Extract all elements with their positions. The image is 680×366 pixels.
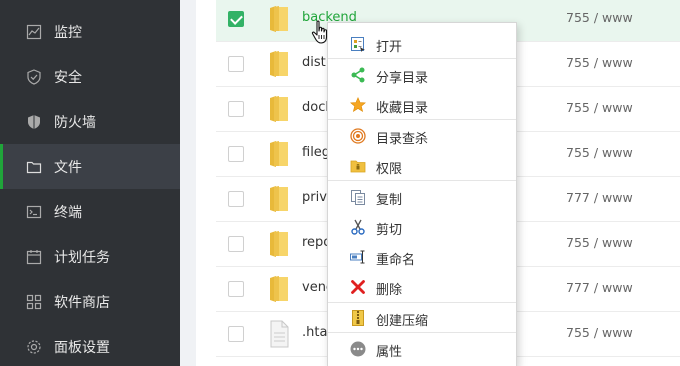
menu-item-favorite[interactable]: 收藏目录 (328, 90, 516, 120)
delete-icon (351, 280, 365, 294)
menu-item-label: 重命名 (376, 253, 416, 268)
file-name[interactable]: dist (302, 55, 326, 70)
file-icon (270, 320, 289, 348)
row-checkbox[interactable] (228, 191, 244, 207)
sidebar-item-cron[interactable]: 计划任务 (0, 234, 180, 279)
menu-item-properties[interactable]: 属性 (328, 334, 516, 364)
menu-item-delete[interactable]: 删除 (328, 272, 516, 302)
sidebar-item-label: 终端 (54, 204, 82, 221)
sidebar-item-label: 防火墙 (54, 114, 96, 131)
sidebar-item-firewall[interactable]: 防火墙 (0, 99, 180, 144)
menu-divider (328, 119, 516, 120)
more-icon (350, 341, 366, 357)
folder-icon (270, 51, 288, 77)
gutter (180, 0, 196, 366)
menu-divider (328, 58, 516, 59)
context-menu: 打开 分享目录 收藏目录 目录查杀 权限 复制 剪切 重命名 删除 创建压缩 属… (327, 22, 517, 366)
row-checkbox[interactable] (228, 236, 244, 252)
menu-item-open[interactable]: 打开 (328, 29, 516, 59)
calendar-icon (26, 249, 42, 264)
monitor-icon (26, 24, 42, 39)
file-permission[interactable]: 777 / www (566, 280, 633, 295)
zip-icon (352, 310, 364, 326)
file-permission[interactable]: 755 / www (566, 325, 633, 340)
menu-item-label: 打开 (376, 40, 403, 55)
file-name[interactable]: fileg (302, 145, 330, 160)
sidebar-item-label: 软件商店 (54, 294, 110, 311)
sidebar: 监控 安全 防火墙 文件 终端 计划任务 软件商店 面板设置 (0, 0, 180, 366)
row-checkbox[interactable] (228, 326, 244, 342)
share-icon (351, 67, 365, 83)
file-permission[interactable]: 755 / www (566, 55, 633, 70)
menu-item-share[interactable]: 分享目录 (328, 60, 516, 90)
shield-icon (27, 68, 41, 85)
menu-item-label: 删除 (376, 283, 403, 298)
lock-folder-icon (350, 160, 366, 173)
menu-item-cut[interactable]: 剪切 (328, 212, 516, 242)
row-checkbox[interactable] (228, 101, 244, 117)
menu-item-label: 权限 (376, 162, 403, 177)
menu-item-copy[interactable]: 复制 (328, 182, 516, 212)
menu-item-label: 复制 (376, 193, 403, 208)
folder-icon (270, 231, 288, 257)
copy-icon (351, 190, 365, 205)
sidebar-item-security[interactable]: 安全 (0, 54, 180, 99)
folder-icon (26, 161, 42, 173)
sidebar-item-monitor[interactable]: 监控 (0, 9, 180, 54)
sidebar-item-label: 安全 (54, 69, 82, 86)
sidebar-item-label: 监控 (54, 24, 82, 41)
menu-divider (328, 332, 516, 333)
row-checkbox[interactable] (228, 281, 244, 297)
sidebar-item-files[interactable]: 文件 (0, 144, 180, 189)
menu-item-rename[interactable]: 重命名 (328, 242, 516, 272)
menu-item-compress[interactable]: 创建压缩 (328, 303, 516, 333)
file-permission[interactable]: 755 / www (566, 235, 633, 250)
sidebar-item-settings[interactable]: 面板设置 (0, 324, 180, 366)
menu-item-label: 剪切 (376, 223, 403, 238)
file-permission[interactable]: 777 / www (566, 190, 633, 205)
menu-item-label: 目录查杀 (376, 132, 429, 147)
folder-icon (270, 186, 288, 212)
grid-icon (26, 294, 42, 309)
menu-item-scan[interactable]: 目录查杀 (328, 121, 516, 151)
gear-icon (27, 339, 41, 354)
rename-icon (350, 250, 365, 264)
firewall-icon (28, 114, 40, 129)
file-permission[interactable]: 755 / www (566, 145, 633, 160)
folder-icon (270, 6, 288, 32)
star-icon (350, 97, 366, 112)
folder-icon (270, 276, 288, 302)
menu-item-label: 收藏目录 (376, 101, 429, 116)
sidebar-item-label: 面板设置 (54, 339, 110, 356)
file-permission[interactable]: 755 / www (566, 10, 633, 25)
folder-icon (270, 96, 288, 122)
scan-target-icon (350, 128, 366, 144)
sidebar-item-terminal[interactable]: 终端 (0, 189, 180, 234)
file-permission[interactable]: 755 / www (566, 100, 633, 115)
row-checkbox[interactable] (228, 146, 244, 162)
menu-item-permission[interactable]: 权限 (328, 151, 516, 181)
row-checkbox[interactable] (228, 56, 244, 72)
open-icon (351, 37, 365, 52)
sidebar-item-label: 计划任务 (54, 249, 110, 266)
menu-item-label: 创建压缩 (376, 314, 429, 329)
sidebar-item-store[interactable]: 软件商店 (0, 279, 180, 324)
scissors-icon (351, 219, 365, 235)
sidebar-item-label: 文件 (54, 159, 82, 176)
row-checkbox[interactable] (228, 11, 244, 27)
menu-item-label: 属性 (376, 345, 403, 360)
menu-divider (328, 180, 516, 181)
menu-item-label: 分享目录 (376, 71, 429, 86)
terminal-icon (26, 205, 42, 218)
folder-icon (270, 141, 288, 167)
